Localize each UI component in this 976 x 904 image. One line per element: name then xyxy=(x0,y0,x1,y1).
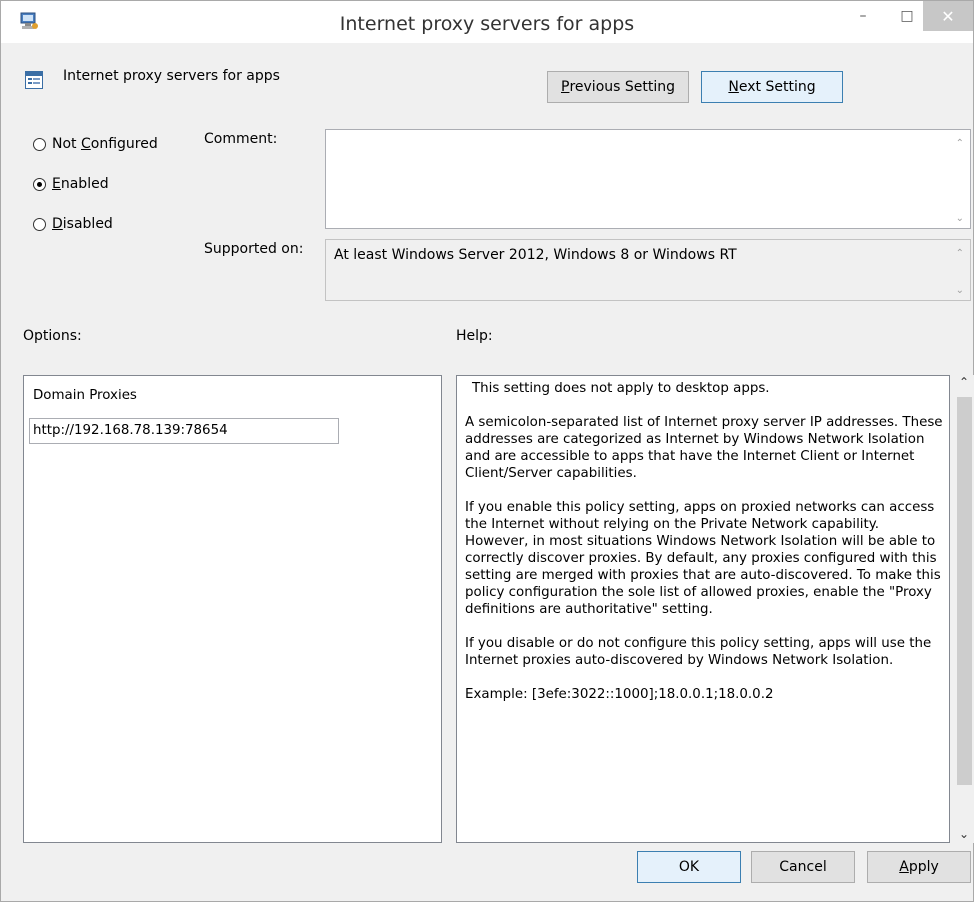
help-paragraph: Example: [3efe:3022::1000];18.0.0.1;18.0… xyxy=(465,687,774,702)
next-button-mnemonic: N xyxy=(728,79,739,95)
apply-button-label: pply xyxy=(908,859,939,875)
scrollbar-thumb[interactable] xyxy=(957,397,972,785)
comment-scroll-up-icon[interactable]: ⌃ xyxy=(956,138,964,149)
close-button[interactable]: ✕ xyxy=(923,1,973,31)
enabled-radio[interactable]: Enabled xyxy=(33,174,109,194)
comment-textarea[interactable]: ⌃ ⌄ xyxy=(325,129,971,229)
help-scrollbar[interactable]: ⌃ ⌄ xyxy=(954,375,974,843)
not-configured-radio[interactable]: Not Configured xyxy=(33,134,158,154)
window-title: Internet proxy servers for apps xyxy=(339,13,635,35)
enabled-label-mnemonic: E xyxy=(52,176,61,192)
help-paragraph: If you disable or do not configure this … xyxy=(465,636,932,668)
previous-setting-button[interactable]: Previous Setting xyxy=(547,71,689,103)
previous-button-mnemonic: P xyxy=(561,79,570,95)
apply-button-mnemonic: A xyxy=(899,859,909,875)
policy-dialog-window: Internet proxy servers for apps – □ ✕ In… xyxy=(0,0,974,902)
minimize-button[interactable]: – xyxy=(847,1,879,31)
help-text: This setting does not apply to desktop a… xyxy=(465,380,943,720)
enabled-label-post: nabled xyxy=(60,176,109,192)
setting-name-label: Internet proxy servers for apps xyxy=(63,68,280,84)
comment-scroll-down-icon[interactable]: ⌄ xyxy=(956,213,964,224)
supported-on-label: Supported on: xyxy=(204,241,304,257)
cancel-button[interactable]: Cancel xyxy=(751,851,855,883)
supported-on-field: At least Windows Server 2012, Windows 8 … xyxy=(325,239,971,301)
ok-button[interactable]: OK xyxy=(637,851,741,883)
title-bar[interactable]: Internet proxy servers for apps – □ ✕ xyxy=(1,1,973,43)
help-label: Help: xyxy=(456,328,493,344)
maximize-button[interactable]: □ xyxy=(891,1,923,31)
enabled-radio-circle[interactable] xyxy=(33,177,46,191)
disabled-label-mnemonic: D xyxy=(52,216,63,232)
previous-button-label: revious Setting xyxy=(569,79,675,95)
comment-label: Comment: xyxy=(204,131,278,147)
supported-scroll-down-icon: ⌄ xyxy=(955,285,964,296)
help-pane: This setting does not apply to desktop a… xyxy=(456,375,950,843)
supported-on-value: At least Windows Server 2012, Windows 8 … xyxy=(334,247,737,263)
disabled-radio[interactable]: Disabled xyxy=(33,214,113,234)
apply-button[interactable]: Apply xyxy=(867,851,971,883)
help-paragraph: This setting does not apply to desktop a… xyxy=(472,381,770,396)
policy-setting-icon xyxy=(25,71,43,89)
help-paragraph: If you enable this policy setting, apps … xyxy=(465,500,941,617)
next-setting-button[interactable]: Next Setting xyxy=(701,71,843,103)
domain-proxies-input[interactable]: http://192.168.78.139:78654 xyxy=(29,418,339,444)
options-label: Options: xyxy=(23,328,82,344)
not-configured-label-post: onfigured xyxy=(90,136,158,152)
supported-scroll-up-icon: ⌃ xyxy=(955,248,964,259)
domain-proxies-label: Domain Proxies xyxy=(33,388,137,403)
options-pane: Domain Proxies http://192.168.78.139:786… xyxy=(23,375,442,843)
disabled-label-post: isabled xyxy=(62,216,113,232)
not-configured-label-mnemonic: C xyxy=(80,136,91,152)
dialog-content: Internet proxy servers for apps Previous… xyxy=(1,43,974,901)
next-button-label: ext Setting xyxy=(738,79,816,95)
help-paragraph: A semicolon-separated list of Internet p… xyxy=(465,415,943,481)
disabled-radio-circle[interactable] xyxy=(33,217,46,231)
not-configured-radio-circle[interactable] xyxy=(33,137,46,151)
not-configured-label-pre: Not xyxy=(52,136,81,152)
scroll-down-icon[interactable]: ⌄ xyxy=(959,827,969,841)
scroll-up-icon[interactable]: ⌃ xyxy=(959,375,969,389)
